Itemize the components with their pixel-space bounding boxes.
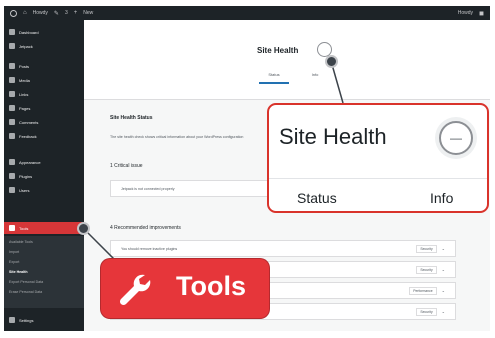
wrench-icon xyxy=(9,225,15,231)
link-icon xyxy=(9,91,15,97)
sidebar-item-label: Links xyxy=(19,91,29,97)
sidebar-item-label: Users xyxy=(19,187,30,193)
sidebar-item-plugins[interactable]: Plugins xyxy=(4,170,84,182)
chevron-down-icon[interactable]: ⌄ xyxy=(442,288,445,293)
sidebar-item-appearance[interactable]: Appearance xyxy=(4,156,84,168)
status-description: The site health check shows critical inf… xyxy=(110,135,244,139)
status-heading: Site Health Status xyxy=(110,115,153,121)
sidebar-item-users[interactable]: Users xyxy=(4,184,84,196)
zoom-tab-status[interactable]: Status xyxy=(297,190,337,206)
admin-bar-site-link[interactable]: Howdy xyxy=(33,10,48,16)
callout-marker-dot xyxy=(77,222,90,235)
sidebar-item-label: Jetpack xyxy=(19,43,33,49)
zoom-title: Site Health xyxy=(279,124,387,149)
feedback-icon xyxy=(9,133,15,139)
plus-icon[interactable]: + xyxy=(74,10,78,16)
issue-text: You should remove inactive plugins xyxy=(121,246,178,251)
tab-info[interactable]: Info xyxy=(309,72,321,77)
home-icon[interactable]: ⌂ xyxy=(23,10,27,16)
sidebar-item-label: Settings xyxy=(19,317,34,323)
chevron-down-icon[interactable]: ⌄ xyxy=(442,246,445,251)
sidebar-item-label: Plugins xyxy=(19,173,33,179)
dashboard-icon xyxy=(9,29,15,35)
page-icon xyxy=(9,105,15,111)
sidebar-item-label: Posts xyxy=(19,63,30,69)
users-icon xyxy=(9,187,15,193)
submenu-import[interactable]: Import xyxy=(9,250,19,254)
sidebar-item-jetpack[interactable]: Jetpack xyxy=(4,40,84,52)
sidebar-item-dashboard[interactable]: Dashboard xyxy=(4,26,84,38)
submenu-site-health[interactable]: Site Health xyxy=(9,270,28,274)
chevron-down-icon[interactable]: ⌄ xyxy=(442,267,445,272)
sidebar-item-posts[interactable]: Posts xyxy=(4,60,84,72)
comment-icon xyxy=(9,119,15,125)
site-health-header: Site Health Status Info xyxy=(84,20,490,100)
chevron-down-icon[interactable]: ⌄ xyxy=(442,309,445,314)
admin-bar-new[interactable]: New xyxy=(83,10,93,16)
submenu-export[interactable]: Export xyxy=(9,260,19,264)
settings-icon xyxy=(9,317,15,323)
zoom-divider xyxy=(269,178,487,179)
sidebar-item-label: Tools xyxy=(19,225,29,231)
sidebar-item-label: Media xyxy=(19,77,30,83)
wordpress-logo-icon[interactable] xyxy=(10,9,17,17)
media-icon xyxy=(9,77,15,83)
brush-icon xyxy=(9,159,15,165)
sidebar-item-label: Dashboard xyxy=(19,29,39,35)
page-title: Site Health xyxy=(257,46,299,55)
issue-text: Jetpack is not connected properly xyxy=(121,186,175,191)
sidebar-item-settings[interactable]: Settings xyxy=(4,314,84,326)
wrench-icon xyxy=(119,274,151,306)
jetpack-icon xyxy=(9,43,15,49)
submenu-available-tools[interactable]: Available Tools xyxy=(9,240,33,244)
pin-icon xyxy=(9,63,15,69)
critical-issues-heading[interactable]: 1 Critical issue xyxy=(110,163,143,169)
sidebar-item-feedback[interactable]: Feedback xyxy=(4,130,84,142)
admin-bar-comments-count[interactable]: 3 xyxy=(65,10,68,16)
comments-icon[interactable]: ✎ xyxy=(54,10,59,17)
sidebar-item-media[interactable]: Media xyxy=(4,74,84,86)
issue-badge: Security xyxy=(416,244,437,253)
avatar-icon[interactable]: ◼ xyxy=(479,10,484,17)
callout-marker-dot xyxy=(325,55,338,68)
recommended-heading[interactable]: 4 Recommended improvements xyxy=(110,225,181,231)
sidebar-item-label: Comments xyxy=(19,119,39,125)
zoom-score-circle: — xyxy=(439,121,473,155)
tools-callout: Tools xyxy=(101,259,269,318)
sidebar-item-comments[interactable]: Comments xyxy=(4,116,84,128)
issue-badge: Performance xyxy=(409,286,437,295)
tools-submenu: Available Tools Import Export Site Healt… xyxy=(4,236,84,308)
site-health-zoom-callout: Site Health — Status Info xyxy=(267,103,489,213)
admin-bar-account[interactable]: Howdy xyxy=(458,10,473,16)
submenu-export-personal-data[interactable]: Export Personal Data xyxy=(9,280,43,284)
sidebar-item-label: Feedback xyxy=(19,133,37,139)
sidebar-item-label: Pages xyxy=(19,105,31,111)
issue-badge: Security xyxy=(416,265,437,274)
sidebar-item-tools[interactable]: Tools xyxy=(4,222,84,234)
zoom-tab-info[interactable]: Info xyxy=(430,190,453,206)
tools-callout-label: Tools xyxy=(176,271,246,301)
tab-status[interactable]: Status xyxy=(259,72,289,84)
recommended-issue-row[interactable]: You should remove inactive plugins Secur… xyxy=(110,240,456,257)
sidebar-item-links[interactable]: Links xyxy=(4,88,84,100)
admin-bar: ⌂ Howdy ✎ 3 + New Howdy ◼ xyxy=(4,6,490,20)
admin-sidebar: Dashboard Jetpack Posts Media Links Page… xyxy=(4,20,84,331)
sidebar-item-pages[interactable]: Pages xyxy=(4,102,84,114)
submenu-erase-personal-data[interactable]: Erase Personal Data xyxy=(9,290,42,294)
sidebar-item-label: Appearance xyxy=(19,159,41,165)
issue-badge: Security xyxy=(416,307,437,316)
plugin-icon xyxy=(9,173,15,179)
